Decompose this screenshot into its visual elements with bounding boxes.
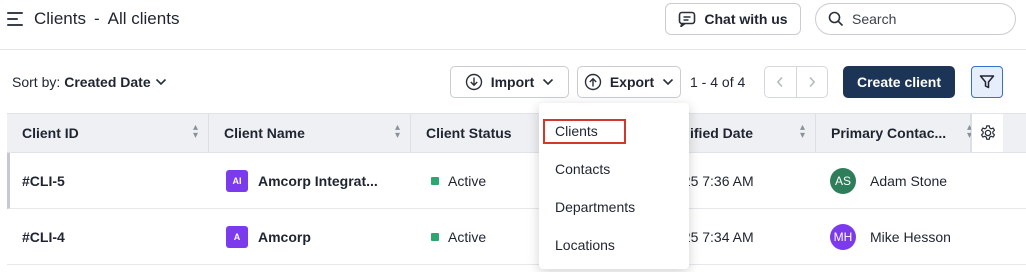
sort-prefix: Sort by: [12, 74, 61, 90]
export-label: Export [609, 74, 655, 90]
chevron-left-icon [777, 76, 783, 88]
client-name-cell[interactable]: A Amcorp [226, 209, 311, 265]
client-status-cell: Active [431, 153, 486, 209]
table-header: Client ID ▴ ▾ Client Name ▴ ▾ Client Statu… [7, 113, 1026, 153]
client-name: Amcorp Integrat... [258, 173, 378, 189]
contact-name: Mike Hesson [870, 229, 951, 245]
pagination-controls [764, 66, 828, 98]
chevron-right-icon [809, 76, 815, 88]
client-avatar: AI [226, 170, 248, 192]
import-label: Import [490, 74, 535, 90]
status-label: Active [448, 229, 487, 245]
contact-avatar: AS [830, 168, 856, 194]
sort-icon: ▴ ▾ [192, 122, 198, 141]
primary-contact-cell[interactable]: MH Mike Hesson [830, 209, 951, 265]
prev-page-button[interactable] [765, 67, 797, 97]
breadcrumb-separator: - [93, 9, 100, 28]
column-label: ified Date [690, 125, 754, 141]
gear-icon [980, 125, 995, 140]
column-header-client-id[interactable]: Client ID ▴ ▾ [7, 114, 209, 152]
client-name-cell[interactable]: AI Amcorp Integrat... [226, 153, 378, 209]
table-row[interactable]: #CLI-5 AI Amcorp Integrat... Active 025 … [7, 153, 1026, 209]
status-label: Active [448, 173, 487, 189]
chevron-down-icon [543, 78, 554, 86]
search-icon [828, 11, 844, 27]
column-header-client-name[interactable]: Client Name ▴ ▾ [209, 114, 411, 152]
client-id-cell: #CLI-4 [22, 229, 65, 245]
create-client-button[interactable]: Create client [843, 66, 955, 98]
sort-icon: ▴ ▾ [394, 122, 400, 141]
sort-value: Created Date [64, 74, 151, 90]
sort-icon: ▴ ▾ [799, 122, 805, 141]
export-option-locations[interactable]: Locations [539, 227, 689, 263]
column-label: Client Name [224, 125, 305, 141]
filter-icon [979, 75, 995, 89]
search-input[interactable]: Search [815, 3, 1016, 35]
breadcrumb-current: All clients [107, 9, 180, 28]
import-icon [465, 73, 482, 91]
chevron-down-icon [155, 78, 166, 86]
export-option-departments[interactable]: Departments [539, 189, 689, 225]
column-label: Client ID [22, 125, 79, 141]
chat-with-us-button[interactable]: Chat with us [665, 3, 801, 35]
client-status-cell: Active [431, 209, 486, 265]
highlight-box [543, 119, 626, 144]
chat-icon [679, 11, 696, 27]
pagination-info: 1 - 4 of 4 [690, 74, 746, 90]
breadcrumb-section[interactable]: Clients [34, 9, 86, 28]
top-header: Clients - All clients Chat with us Search [0, 0, 1026, 50]
export-dropdown-menu: Clients Contacts Departments Locations [539, 103, 689, 269]
export-option-contacts[interactable]: Contacts [539, 151, 689, 187]
column-label: Client Status [426, 125, 512, 141]
chevron-down-icon [663, 78, 674, 86]
export-button[interactable]: Export [577, 66, 681, 98]
search-placeholder: Search [852, 11, 897, 27]
status-dot [431, 233, 439, 241]
page-title: Clients - All clients [34, 9, 179, 29]
client-name: Amcorp [258, 229, 311, 245]
menu-icon[interactable] [7, 11, 25, 27]
client-avatar: A [226, 226, 248, 248]
column-label: Primary Contac... [831, 125, 947, 141]
contact-name: Adam Stone [870, 173, 948, 189]
table-row[interactable]: #CLI-4 A Amcorp Active 025 7:34 AM MH Mi… [7, 209, 1026, 265]
column-settings-button[interactable] [971, 114, 1003, 152]
contact-avatar: MH [830, 224, 856, 250]
import-button[interactable]: Import [450, 66, 569, 98]
export-icon [584, 73, 602, 91]
column-header-primary-contact[interactable]: Primary Contac... ▴ ▾ [816, 114, 972, 152]
next-page-button[interactable] [797, 67, 828, 97]
sort-by-dropdown[interactable]: Sort by: Created Date [12, 74, 167, 90]
chat-label: Chat with us [704, 11, 788, 27]
status-dot [431, 177, 439, 185]
filter-button[interactable] [971, 66, 1003, 98]
client-id-cell: #CLI-5 [22, 173, 65, 189]
primary-contact-cell[interactable]: AS Adam Stone [830, 153, 947, 209]
